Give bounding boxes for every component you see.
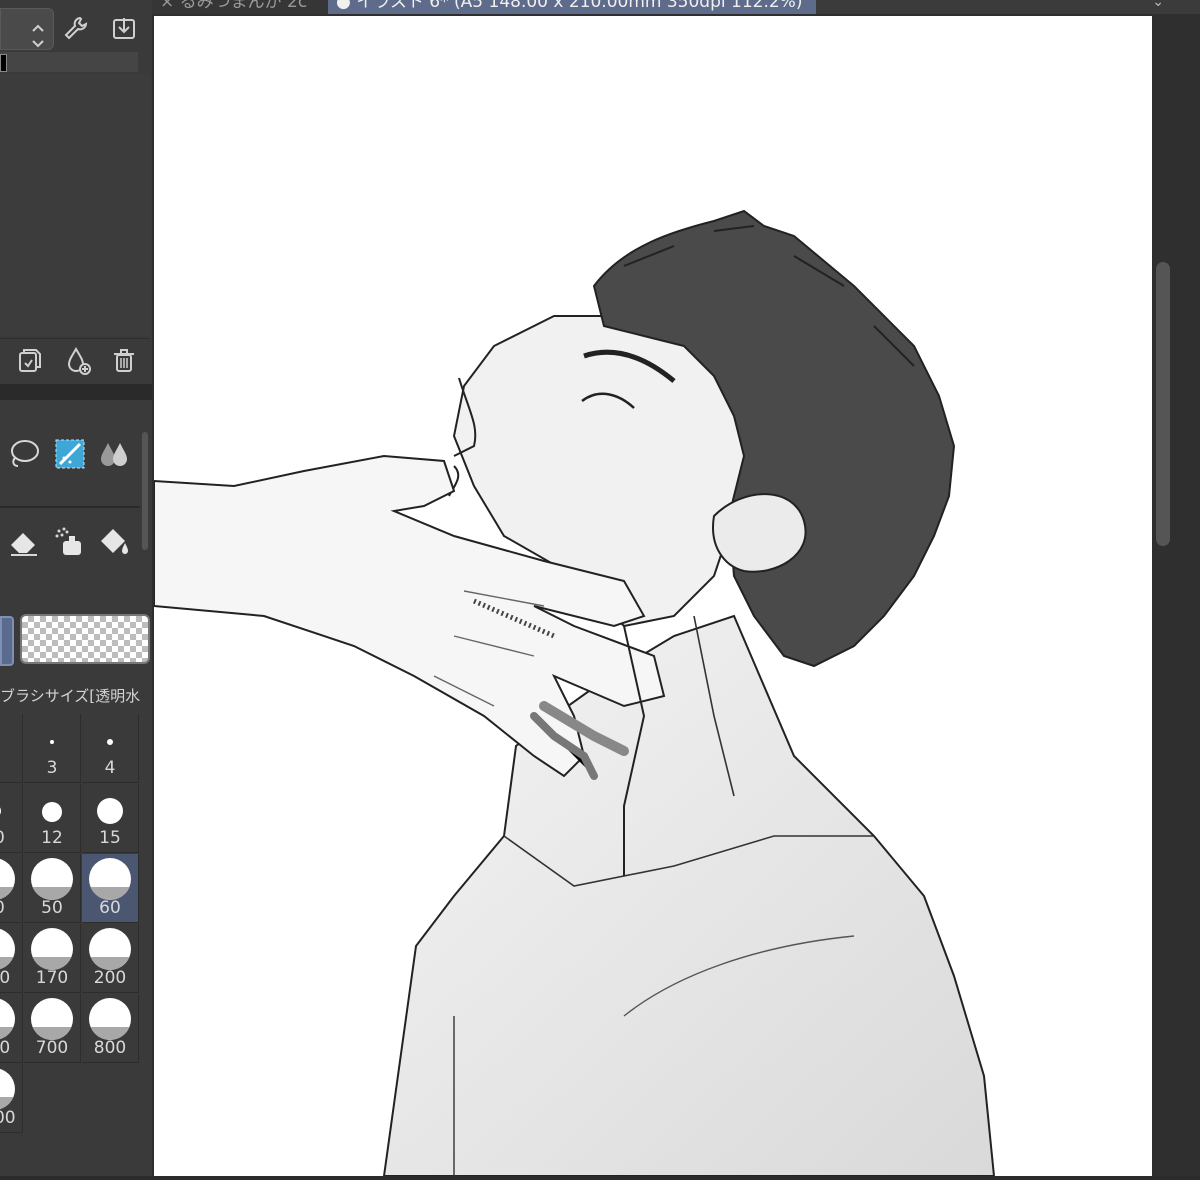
brush-size-170[interactable]: 170	[24, 924, 81, 993]
brush-preview	[97, 798, 123, 824]
brush-row: 1000	[0, 1064, 138, 1134]
brush-size-label: 1000	[0, 1108, 16, 1128]
brush-size-40[interactable]: 40	[0, 854, 23, 923]
brush-size-150[interactable]: 150	[0, 924, 23, 993]
brush-size-label: 150	[0, 968, 11, 988]
brush-size-600[interactable]: 600	[0, 994, 23, 1063]
tab-overflow-chevron-icon[interactable]: ⌄	[1152, 0, 1164, 10]
brush-size-60-selected[interactable]: 60	[82, 854, 139, 923]
brush-size-label: 700	[35, 1038, 69, 1058]
brush-size-50[interactable]: 50	[24, 854, 81, 923]
brush-size-15[interactable]: 15	[82, 784, 139, 853]
lasso-icon[interactable]	[6, 436, 42, 472]
document-tab-bar: × るみつまんが 2c ● イラスト 6* (A5 148.00 x 210.0…	[152, 0, 1200, 14]
brush-size-label: 170	[35, 968, 69, 988]
brush-size-4[interactable]: 4	[82, 714, 139, 783]
brush-size-label: 200	[93, 968, 127, 988]
brush-preview	[89, 998, 131, 1040]
brush-size-700[interactable]: 700	[24, 994, 81, 1063]
brush-preview	[107, 739, 113, 745]
delete-icon[interactable]	[106, 343, 142, 379]
value-spinner[interactable]	[0, 8, 54, 50]
brush-size-label: 4	[104, 758, 116, 778]
brush-size-5[interactable]: 5	[0, 714, 23, 783]
brush-row: 150 170 200	[0, 924, 139, 994]
brush-size-12[interactable]: 12	[24, 784, 81, 853]
brush-row: 10 12 15	[0, 784, 139, 854]
brush-preview	[89, 928, 131, 970]
fill-icon[interactable]	[96, 524, 132, 560]
brush-size-panel-title: ブラシサイズ[透明水	[0, 687, 141, 705]
select-brush-icon[interactable]	[52, 436, 88, 472]
brush-size-label: 5	[0, 758, 22, 778]
main-color-swatch[interactable]	[0, 616, 14, 666]
brush-preview	[31, 928, 73, 970]
brush-preview	[50, 740, 54, 744]
brush-preview	[31, 858, 73, 900]
drawing-canvas[interactable]	[153, 16, 1152, 1177]
blend-icon[interactable]	[96, 436, 132, 472]
color-strip	[0, 52, 138, 72]
brush-size-10[interactable]: 10	[0, 784, 23, 853]
canvas-scroll-thumb[interactable]	[1156, 262, 1170, 546]
subtool-palette	[0, 402, 150, 612]
subtool-scrollbar[interactable]	[142, 432, 148, 550]
brush-size-label: 12	[41, 828, 63, 848]
brush-preview	[0, 858, 15, 900]
brush-size-3[interactable]: 3	[24, 714, 81, 783]
brush-row: 600 700 800	[0, 994, 139, 1064]
panel-divider	[0, 384, 152, 400]
black-color-swatch[interactable]	[0, 54, 7, 72]
brush-size-200[interactable]: 200	[82, 924, 139, 993]
tab-document-active[interactable]: ● イラスト 6* (A5 148.00 x 210.00mm 350dpi 1…	[328, 0, 816, 14]
brush-size-1000[interactable]: 1000	[0, 1064, 23, 1133]
brush-row: 5 3 4	[0, 714, 139, 784]
brush-size-label: 15	[99, 828, 121, 848]
copy-layer-icon[interactable]	[10, 343, 46, 379]
add-mask-icon[interactable]	[60, 343, 96, 379]
brush-preview	[0, 1068, 15, 1110]
brush-size-label: 800	[93, 1038, 127, 1058]
layer-button-bar	[0, 338, 150, 383]
layer-list[interactable]	[0, 74, 150, 336]
brush-size-label: 40	[0, 898, 22, 918]
brush-preview	[31, 998, 73, 1040]
canvas-vertical-scrollbar[interactable]	[1156, 14, 1200, 1176]
subtool-divider	[0, 506, 140, 508]
brush-preview	[0, 804, 1, 818]
brush-size-label: 3	[46, 758, 58, 778]
brush-preview	[0, 928, 15, 970]
brush-preview	[42, 802, 62, 822]
brush-size-label: 600	[0, 1038, 11, 1058]
brush-size-label: 50	[41, 898, 63, 918]
eraser-icon[interactable]	[6, 524, 42, 560]
brush-size-800[interactable]: 800	[82, 994, 139, 1063]
brush-size-label: 10	[0, 828, 22, 848]
brush-preview	[0, 998, 15, 1040]
brush-size-label: 60	[99, 898, 121, 918]
artwork-illustration	[153, 209, 996, 1177]
left-panel: ブラシサイズ[透明水 5 3 4 10 12	[0, 0, 152, 1176]
brush-row: 40 50 60	[0, 854, 139, 924]
tab-document-1[interactable]: × るみつまんが 2c	[152, 0, 329, 14]
wrench-icon[interactable]	[58, 10, 94, 46]
spinner-arrows-icon[interactable]	[29, 19, 47, 53]
transparent-color-swatch[interactable]	[20, 614, 150, 664]
airbrush-icon[interactable]	[52, 524, 88, 560]
download-icon[interactable]	[106, 10, 142, 46]
brush-preview	[89, 858, 131, 900]
